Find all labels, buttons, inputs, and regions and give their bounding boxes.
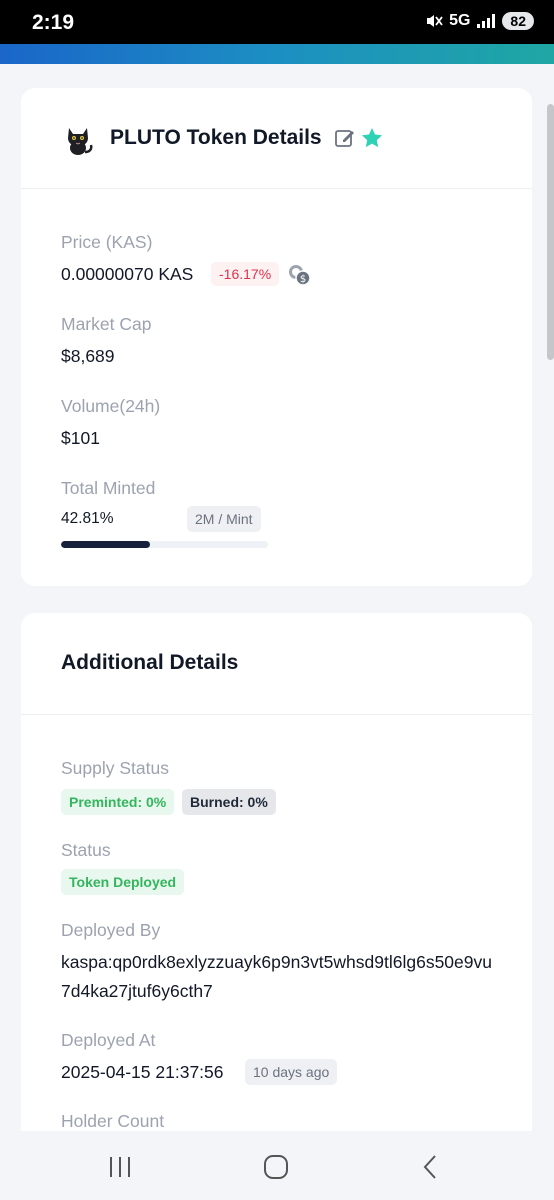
star-icon[interactable] xyxy=(360,126,384,150)
recent-apps-icon[interactable] xyxy=(100,1151,140,1183)
header-gradient-strip xyxy=(0,44,554,64)
token-title: PLUTO Token Details xyxy=(110,126,322,149)
price-change-badge: -16.17% xyxy=(211,262,280,286)
volume-value: $101 xyxy=(61,428,100,448)
minted-progress-fill xyxy=(61,541,150,548)
mute-icon xyxy=(425,12,443,30)
token-details-card: PLUTO Token Details Price (KAS) 0.000000… xyxy=(21,88,532,586)
deployed-at-label: Deployed At xyxy=(61,1030,156,1050)
deployer-address[interactable]: kaspa:qp0rdk8exlyzzuayk6p9n3vt5whsd9tl6l… xyxy=(61,948,501,1006)
status-time: 2:19 xyxy=(32,11,75,34)
svg-text:$: $ xyxy=(300,274,306,285)
supply-status-label: Supply Status xyxy=(61,758,169,778)
pencil-square-icon[interactable] xyxy=(334,127,356,149)
additional-card-header: Additional Details xyxy=(21,613,532,715)
volume-label: Volume(24h) xyxy=(61,396,161,416)
status-icons: 5G 82 xyxy=(425,12,534,30)
deployed-by-label: Deployed By xyxy=(61,920,161,940)
signal-icon xyxy=(476,13,496,29)
scrollbar[interactable] xyxy=(547,104,554,360)
back-icon[interactable] xyxy=(410,1151,450,1183)
status-bar: 2:19 5G 82 xyxy=(0,0,554,44)
holder-count-label: Holder Count xyxy=(61,1111,165,1131)
preminted-badge: Preminted: 0% xyxy=(61,789,175,815)
home-icon[interactable] xyxy=(256,1151,296,1183)
deployed-at-value: 2025-04-15 21:37:56 xyxy=(61,1062,224,1082)
minted-percent: 42.81% xyxy=(61,510,114,527)
coin-swap-icon[interactable]: $ xyxy=(287,262,313,288)
network-label: 5G xyxy=(449,12,471,29)
status-badge: Token Deployed xyxy=(61,869,185,895)
cat-logo xyxy=(61,122,95,156)
mint-limit-badge: 2M / Mint xyxy=(187,506,261,532)
price-value: 0.00000070 KAS xyxy=(61,264,194,284)
total-minted-label: Total Minted xyxy=(61,478,156,498)
price-label: Price (KAS) xyxy=(61,232,153,252)
system-nav-bar xyxy=(0,1131,554,1200)
additional-title: Additional Details xyxy=(61,651,239,674)
burned-badge: Burned: 0% xyxy=(182,789,276,815)
market-cap-value: $8,689 xyxy=(61,346,115,366)
token-card-header: PLUTO Token Details xyxy=(21,88,532,189)
deployed-relative-badge: 10 days ago xyxy=(245,1059,338,1085)
battery-indicator: 82 xyxy=(502,12,534,30)
status-label: Status xyxy=(61,840,111,860)
additional-details-card: Additional Details Supply Status Premint… xyxy=(21,613,532,1173)
minted-progress-bar xyxy=(61,541,268,548)
market-cap-label: Market Cap xyxy=(61,314,152,334)
